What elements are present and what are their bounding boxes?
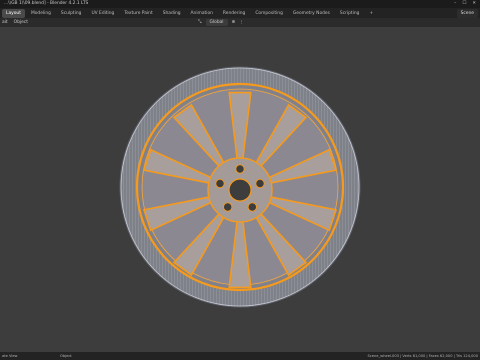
window-title: ...\\GB 1\\09.blend] - Blender 4.2.1 LTS	[4, 1, 89, 6]
lug-hole	[215, 178, 225, 189]
tab-modeling[interactable]: Modeling	[27, 9, 55, 18]
status-stats: Scene_wheel.003 | Verts 61,000 | Faces 6…	[367, 354, 478, 358]
viewport-header: ait Object ⤡ Global ⊕ ⋮	[0, 18, 480, 27]
tab-compositing[interactable]: Compositing	[251, 9, 287, 18]
viewport-canvas[interactable]	[0, 27, 480, 352]
cursor-icon[interactable]: ⤡	[198, 19, 202, 26]
status-mode: Object	[60, 354, 72, 358]
lug-hole	[223, 202, 233, 212]
lug-hole	[235, 164, 245, 174]
maximize-button[interactable]: ☐	[462, 0, 466, 8]
scene-selector[interactable]: Scene	[456, 9, 478, 18]
workspace-tabs: Layout Modeling Sculpting UV Editing Tex…	[2, 9, 377, 18]
tab-texture-paint[interactable]: Texture Paint	[120, 9, 156, 18]
tab-sculpting[interactable]: Sculpting	[57, 9, 86, 18]
tab-layout[interactable]: Layout	[2, 9, 25, 18]
tab-geometry-nodes[interactable]: Geometry Nodes	[289, 9, 334, 18]
menu-item-object[interactable]: Object	[14, 19, 28, 26]
add-workspace-button[interactable]: +	[365, 9, 377, 18]
orientation-icon[interactable]: ⊕	[232, 19, 236, 26]
tab-scripting[interactable]: Scripting	[336, 9, 364, 18]
lug-hole	[247, 202, 257, 212]
tab-rendering[interactable]: Rendering	[219, 9, 249, 18]
tab-shading[interactable]: Shading	[159, 9, 185, 18]
transform-controls: ⤡ Global ⊕ ⋮	[198, 19, 244, 26]
center-bore	[228, 178, 252, 202]
window-controls: – ☐ ✕	[454, 0, 476, 8]
status-bar: ate View Object Scene_wheel.003 | Verts …	[0, 352, 480, 360]
close-button[interactable]: ✕	[472, 0, 476, 8]
tab-uv-editing[interactable]: UV Editing	[87, 9, 118, 18]
minimize-button[interactable]: –	[454, 0, 456, 8]
lug-hole	[255, 178, 265, 189]
grid-icon[interactable]: ⋮	[239, 19, 243, 26]
3d-viewport[interactable]	[0, 27, 480, 352]
title-bar: ...\\GB 1\\09.blend] - Blender 4.2.1 LTS…	[0, 0, 480, 8]
transform-orientation-dropdown[interactable]: Global	[205, 19, 228, 26]
tab-animation[interactable]: Animation	[187, 9, 217, 18]
workspace-bar: Layout Modeling Sculpting UV Editing Tex…	[0, 8, 480, 18]
viewport-menu: ait Object	[2, 19, 28, 26]
menu-item-mode[interactable]: ait	[2, 19, 8, 26]
status-left: ate View	[2, 354, 18, 358]
